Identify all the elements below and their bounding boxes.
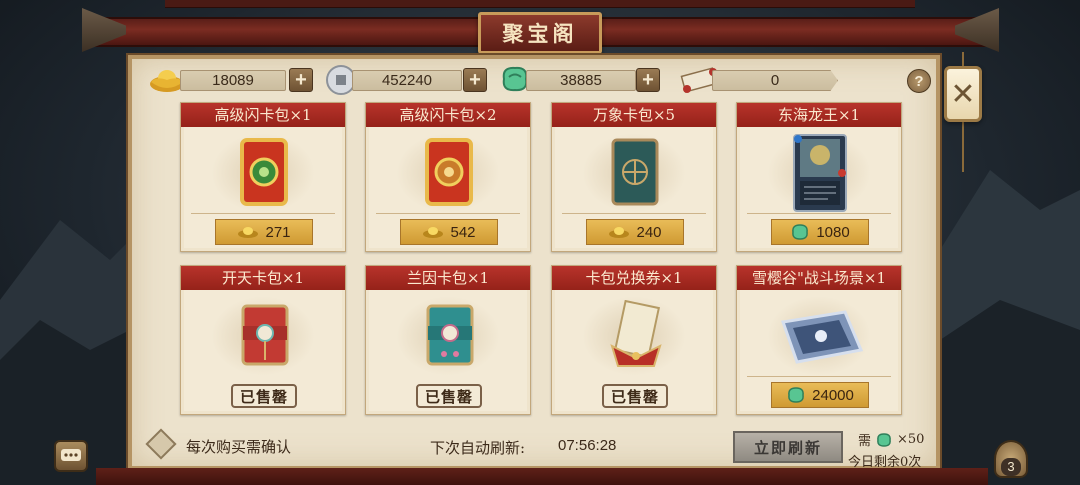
card-divider xyxy=(376,213,520,214)
add-gold-button[interactable]: + xyxy=(289,68,313,92)
jade-icon xyxy=(792,224,809,240)
purchase-confirm-label: 每次购买需确认 xyxy=(186,438,292,456)
gold-ingot-icon xyxy=(609,227,630,238)
gold-ingot-icon xyxy=(238,227,259,238)
price-tag[interactable]: 542 xyxy=(400,219,498,245)
shop-item-card[interactable]: 卡包兑换券×1 已售罄 xyxy=(551,265,717,415)
shop-item-card[interactable]: 高级闪卡包×1 271 xyxy=(180,102,346,252)
price-value: 271 xyxy=(265,223,291,241)
card-title: 万象卡包×5 xyxy=(552,103,716,127)
price-tag[interactable]: 1080 xyxy=(771,219,869,245)
price-tag[interactable]: 271 xyxy=(215,219,313,245)
add-silver-button[interactable]: + xyxy=(463,68,487,92)
price-value: 1080 xyxy=(816,223,850,241)
cost-prefix: 需 xyxy=(858,434,872,449)
price-value: 24000 xyxy=(812,386,854,404)
price-tag[interactable]: 24000 xyxy=(771,382,869,408)
close-button[interactable]: ✕ xyxy=(944,66,982,122)
dragon-king-card-icon xyxy=(793,134,847,212)
jade-icon xyxy=(788,387,804,403)
card-title: 兰因卡包×1 xyxy=(366,266,530,290)
remaining-refreshes: 今日剩余0次 xyxy=(848,455,922,470)
sold-out-stamp: 已售罄 xyxy=(416,384,482,408)
refresh-cost: 需 ×50 xyxy=(858,430,924,449)
pack-voucher-icon xyxy=(610,300,662,367)
card-title: 卡包兑换券×1 xyxy=(552,266,716,290)
battle-scene-icon xyxy=(780,310,864,364)
silver-amount: 452240 xyxy=(352,70,462,91)
premium-card-pack-icon xyxy=(240,138,288,206)
chat-bubble-icon xyxy=(61,449,81,461)
refresh-now-button[interactable]: 立即刷新 xyxy=(733,431,843,463)
bottom-beam xyxy=(96,468,988,485)
lanyin-card-pack-icon xyxy=(426,304,474,366)
shop-item-card[interactable]: 高级闪卡包×2 542 xyxy=(365,102,531,252)
shop-item-card[interactable]: 东海龙王×1 1080 xyxy=(736,102,902,252)
jade-amount: 38885 xyxy=(526,70,636,91)
add-jade-button[interactable]: + xyxy=(636,68,660,92)
sold-out-stamp: 已售罄 xyxy=(602,384,668,408)
card-divider xyxy=(562,213,706,214)
card-title: 高级闪卡包×1 xyxy=(181,103,345,127)
bag-count-badge: 3 xyxy=(1001,458,1021,476)
kaitian-card-pack-icon xyxy=(241,304,289,366)
card-divider xyxy=(747,376,891,377)
card-title: 开天卡包×1 xyxy=(181,266,345,290)
auto-refresh-label: 下次自动刷新: xyxy=(430,439,526,457)
card-title: 雪樱谷"战斗场景×1 xyxy=(737,266,901,290)
shop-item-card[interactable]: 兰因卡包×1 已售罄 xyxy=(365,265,531,415)
auto-refresh-timer: 07:56:28 xyxy=(558,437,617,454)
help-button[interactable]: ? xyxy=(907,69,931,93)
premium-card-pack-icon xyxy=(425,138,473,206)
gold-amount: 18089 xyxy=(180,70,286,91)
jade-icon xyxy=(877,432,891,447)
gold-ingot-icon xyxy=(423,227,444,238)
cost-amount: ×50 xyxy=(897,432,925,447)
card-divider xyxy=(747,213,891,214)
scroll-amount: 0 xyxy=(712,70,838,91)
shop-item-card[interactable]: 万象卡包×5 240 xyxy=(551,102,717,252)
card-divider xyxy=(191,213,335,214)
shop-item-card[interactable]: 开天卡包×1 已售罄 xyxy=(180,265,346,415)
page-title: 聚宝阁 xyxy=(478,12,602,54)
sold-out-stamp: 已售罄 xyxy=(231,384,297,408)
price-tag[interactable]: 240 xyxy=(586,219,684,245)
shop-item-card[interactable]: 雪樱谷"战斗场景×1 24000 xyxy=(736,265,902,415)
price-value: 240 xyxy=(636,223,662,241)
price-value: 542 xyxy=(450,223,476,241)
roof-eave xyxy=(165,0,915,8)
chat-button[interactable] xyxy=(54,440,88,472)
card-title: 东海龙王×1 xyxy=(737,103,901,127)
card-title: 高级闪卡包×2 xyxy=(366,103,530,127)
wanxiang-card-pack-icon xyxy=(611,138,659,206)
